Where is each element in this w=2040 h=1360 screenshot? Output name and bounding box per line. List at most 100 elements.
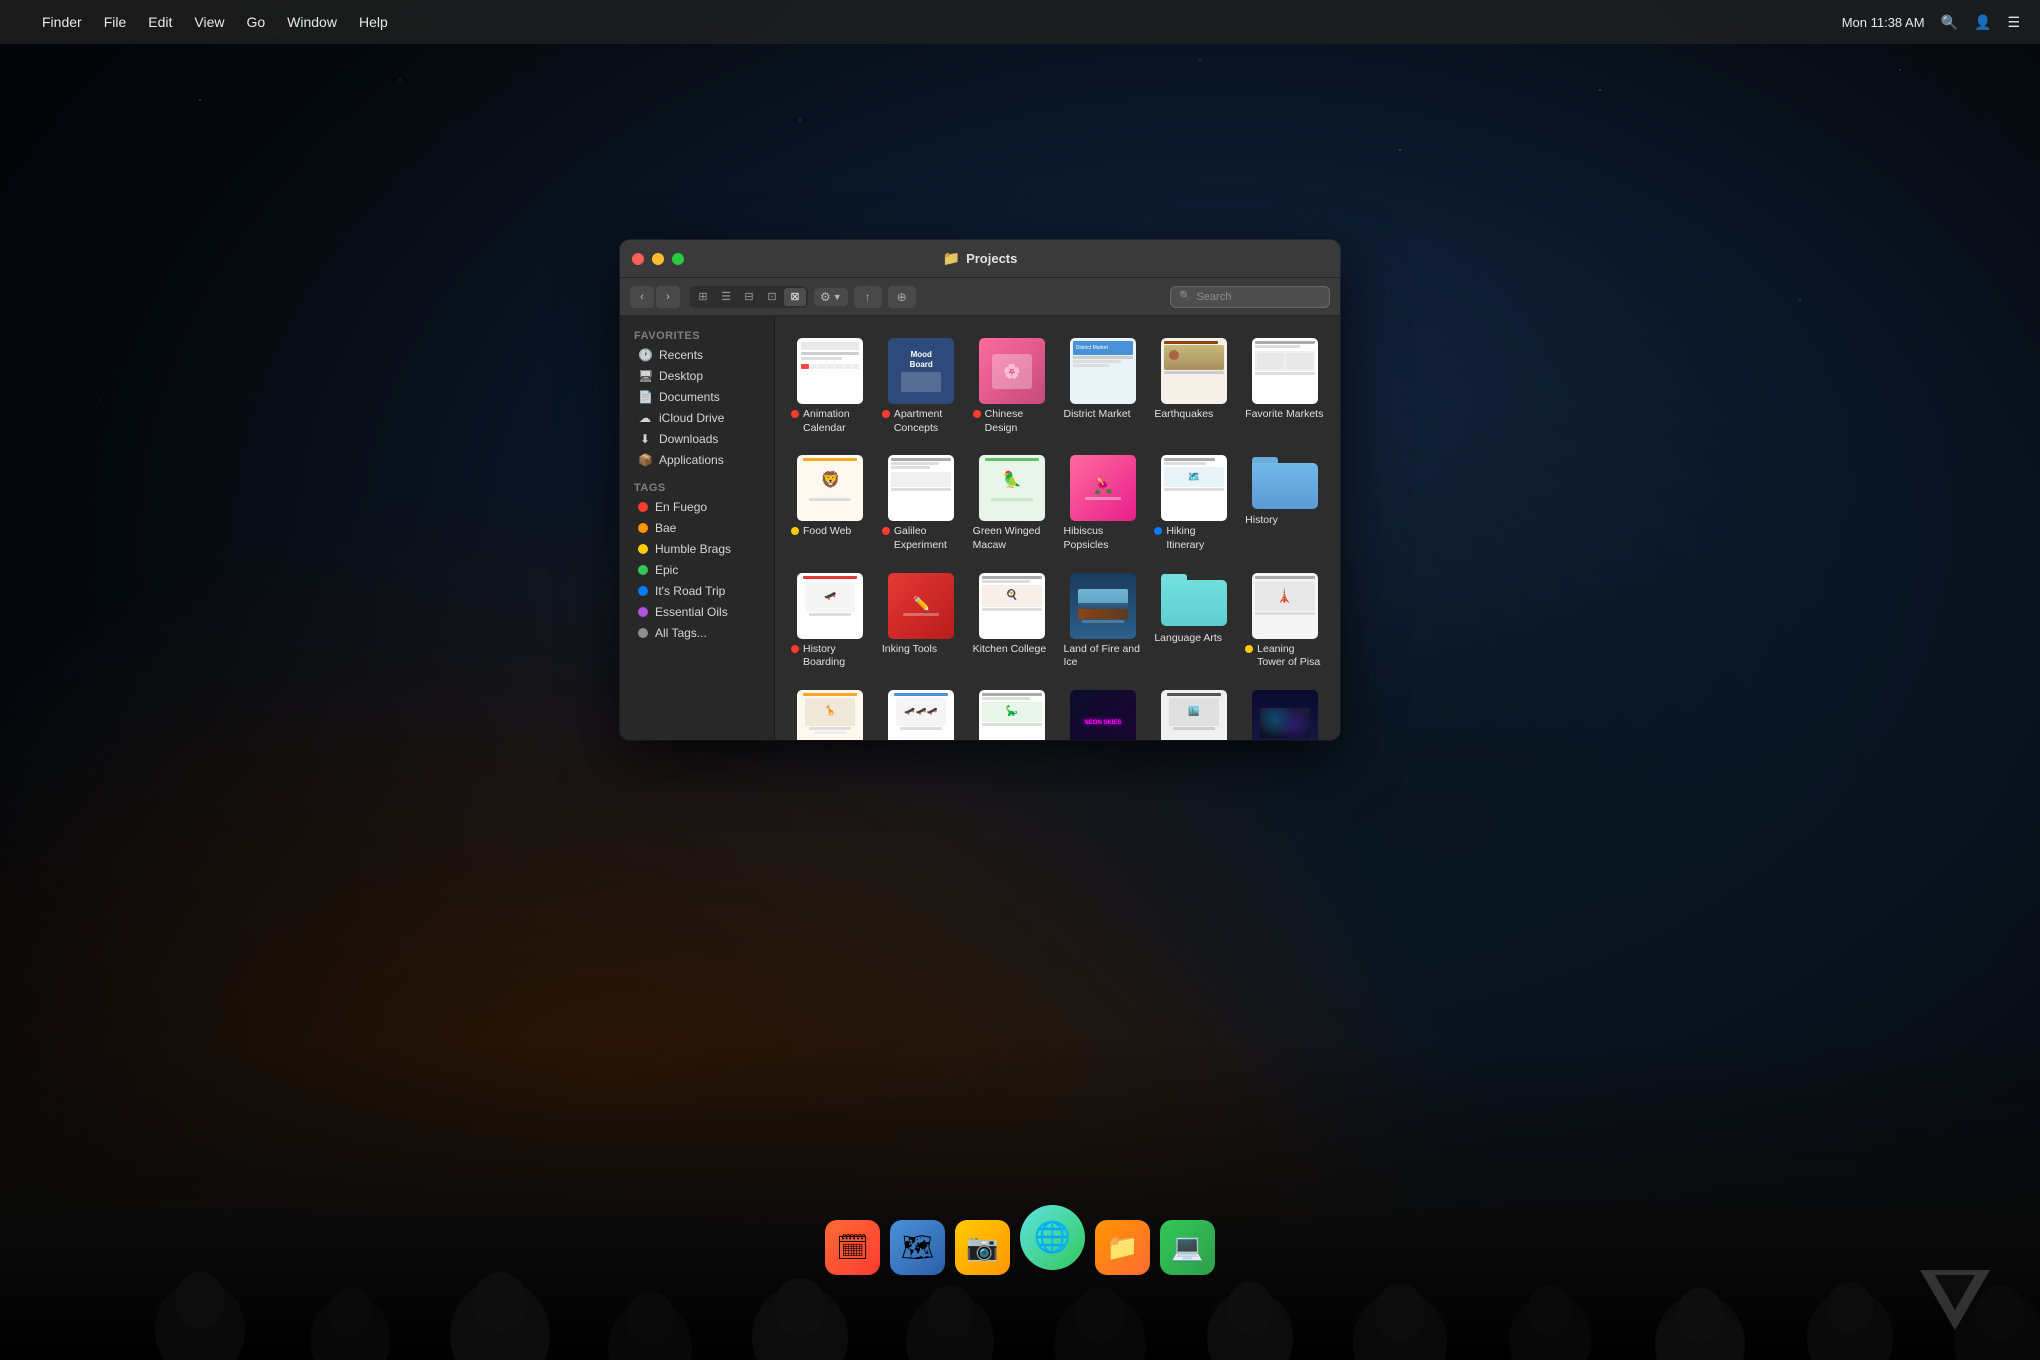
control-center-icon[interactable]: ☰ (2007, 14, 2020, 31)
forward-button[interactable]: › (656, 286, 680, 308)
titlebar: 📁 Projects (620, 240, 1340, 278)
tag-button[interactable]: ⊕ (888, 286, 916, 308)
audience-area (0, 1040, 2040, 1360)
file-item-inking-tools[interactable]: ✏️ Inking Tools (878, 567, 965, 676)
dock-icon-6[interactable]: 💻 (1160, 1220, 1215, 1275)
hibiscus-name: Hibiscus Popsicles (1064, 525, 1143, 552)
green-macaw-name: Green Winged Macaw (973, 525, 1052, 552)
sidebar-tag-epic[interactable]: Epic (624, 560, 770, 580)
sidebar-item-downloads[interactable]: ⬇ Downloads (624, 429, 770, 449)
window-menu[interactable]: Window (287, 14, 337, 30)
file-menu[interactable]: File (104, 14, 127, 30)
search-box[interactable]: 🔍 Search (1170, 286, 1330, 308)
verge-logo-watermark (1920, 1270, 1990, 1330)
history-boarding-thumb: 🛹 (797, 573, 863, 639)
file-item-skate-parks[interactable]: 🛹🛹🛹 Most popular Skate Parks (878, 684, 965, 740)
history-boarding-label: History Boarding (791, 643, 870, 670)
dock-icon-2[interactable]: 🗺 (890, 1220, 945, 1275)
dock-icon-3[interactable]: 📷 (955, 1220, 1010, 1275)
file-item-earthquakes[interactable]: Earthquakes (1150, 332, 1237, 441)
sidebar-tag-road-trip[interactable]: It's Road Trip (624, 581, 770, 601)
search-icon[interactable]: 🔍 (1941, 14, 1958, 31)
file-item-apartment-concepts[interactable]: MoodBoard Apartment Concepts (878, 332, 965, 441)
favorite-markets-label: Favorite Markets (1245, 408, 1324, 422)
galileo-name: Galileo Experiment (894, 525, 961, 552)
maximize-button[interactable] (672, 253, 684, 265)
downloads-label: Downloads (659, 432, 718, 446)
view-menu[interactable]: View (194, 14, 224, 30)
sidebar-item-desktop[interactable]: 🖥 Desktop (624, 366, 770, 386)
file-item-favorite-markets[interactable]: Favorite Markets (1241, 332, 1328, 441)
favorites-header: Favorites (620, 326, 774, 344)
user-icon[interactable]: 👤 (1974, 14, 1991, 31)
language-arts-name: Language Arts (1154, 632, 1222, 646)
kitchen-college-name: Kitchen College (973, 643, 1047, 657)
file-item-history-folder[interactable]: History (1241, 449, 1328, 558)
share-button[interactable]: ↑ (854, 286, 882, 308)
sidebar-tag-humble-brags[interactable]: Humble Brags (624, 539, 770, 559)
file-item-neon-skies[interactable]: Neon Skies (1060, 684, 1147, 740)
dock-icon-1[interactable]: 🗓 (825, 1220, 880, 1275)
neon-skies-thumb (1070, 690, 1136, 740)
history-boarding-name: History Boarding (803, 643, 870, 670)
recents-label: Recents (659, 348, 703, 362)
gallery-view-button[interactable]: ⊠ (784, 288, 806, 306)
file-item-hibiscus[interactable]: 🌺 Hibiscus Popsicles (1060, 449, 1147, 558)
animation-calendar-tag (791, 410, 799, 418)
dock-icon-5[interactable]: 📁 (1095, 1220, 1150, 1275)
sidebar-item-recents[interactable]: 🕐 Recents (624, 345, 770, 365)
hiking-name: Hiking Itinerary (1166, 525, 1233, 552)
applications-label: Applications (659, 453, 724, 467)
file-item-new-york[interactable]: 🏙️ New York (1150, 684, 1237, 740)
file-item-history-boarding[interactable]: 🛹 History Boarding (787, 567, 874, 676)
file-item-animation-calendar[interactable]: Animation Calendar (787, 332, 874, 441)
help-menu[interactable]: Help (359, 14, 388, 30)
file-item-land-fire-ice[interactable]: Land of Fire and Ice (1060, 567, 1147, 676)
inking-tools-thumb: ✏️ (888, 573, 954, 639)
sidebar-tag-essential-oils[interactable]: Essential Oils (624, 602, 770, 622)
search-placeholder: Search (1196, 291, 1231, 303)
gear-button[interactable]: ⚙ ▼ (814, 288, 848, 306)
file-item-food-web[interactable]: 🦁 Food Web (787, 449, 874, 558)
sidebar-tag-en-fuego[interactable]: En Fuego (624, 497, 770, 517)
file-item-leaning-tower[interactable]: 🗼 Leaning Tower of Pisa (1241, 567, 1328, 676)
dock-icon-4[interactable]: 🌐 (1020, 1205, 1085, 1270)
sidebar-tag-all-tags[interactable]: All Tags... (624, 623, 770, 643)
gear-chevron: ▼ (833, 292, 842, 302)
inking-tools-label: Inking Tools (882, 643, 961, 657)
cover-view-button[interactable]: ⊡ (761, 288, 783, 306)
skate-parks-thumb: 🛹🛹🛹 (888, 690, 954, 740)
file-item-language-arts[interactable]: Language Arts (1150, 567, 1237, 676)
sidebar-item-applications[interactable]: 📦 Applications (624, 450, 770, 470)
sidebar-item-icloud[interactable]: ☁ iCloud Drive (624, 408, 770, 428)
file-item-galileo[interactable]: Galileo Experiment (878, 449, 965, 558)
animation-calendar-label: Animation Calendar (791, 408, 870, 435)
sidebar-tag-bae[interactable]: Bae (624, 518, 770, 538)
sidebar-item-documents[interactable]: 📄 Documents (624, 387, 770, 407)
column-view-button[interactable]: ⊟ (738, 288, 760, 306)
animation-calendar-thumb (797, 338, 863, 404)
list-view-button[interactable]: ☰ (715, 288, 737, 306)
finder-menu[interactable]: Finder (42, 14, 82, 30)
kitchen-college-label: Kitchen College (973, 643, 1052, 657)
file-item-mammals-africa[interactable]: 🦒 Mammals in Africa (787, 684, 874, 740)
history-boarding-tag (791, 645, 799, 653)
icon-view-button[interactable]: ⊞ (692, 288, 714, 306)
close-button[interactable] (632, 253, 644, 265)
file-item-natural-history[interactable]: 🦕 Natural History (969, 684, 1056, 740)
minimize-button[interactable] (652, 253, 664, 265)
file-item-night-sky[interactable]: Night Sky (1241, 684, 1328, 740)
back-button[interactable]: ‹ (630, 286, 654, 308)
night-sky-thumb (1252, 690, 1318, 740)
file-item-hiking[interactable]: 🗺️ Hiking Itinerary (1150, 449, 1237, 558)
finder-window: 📁 Projects ‹ › ⊞ ☰ ⊟ ⊡ ⊠ ⚙ ▼ ↑ ⊕ 🔍 Searc… (620, 240, 1340, 740)
go-menu[interactable]: Go (246, 14, 265, 30)
edit-menu[interactable]: Edit (148, 14, 172, 30)
file-item-district-market[interactable]: District Market District Market (1060, 332, 1147, 441)
file-item-chinese-design[interactable]: 🌸 Chinese Design (969, 332, 1056, 441)
essential-oils-dot (638, 607, 648, 617)
file-item-kitchen-college[interactable]: 🍳 Kitchen College (969, 567, 1056, 676)
food-web-name: Food Web (803, 525, 851, 539)
recents-icon: 🕐 (638, 348, 652, 362)
file-item-green-macaw[interactable]: 🦜 Green Winged Macaw (969, 449, 1056, 558)
